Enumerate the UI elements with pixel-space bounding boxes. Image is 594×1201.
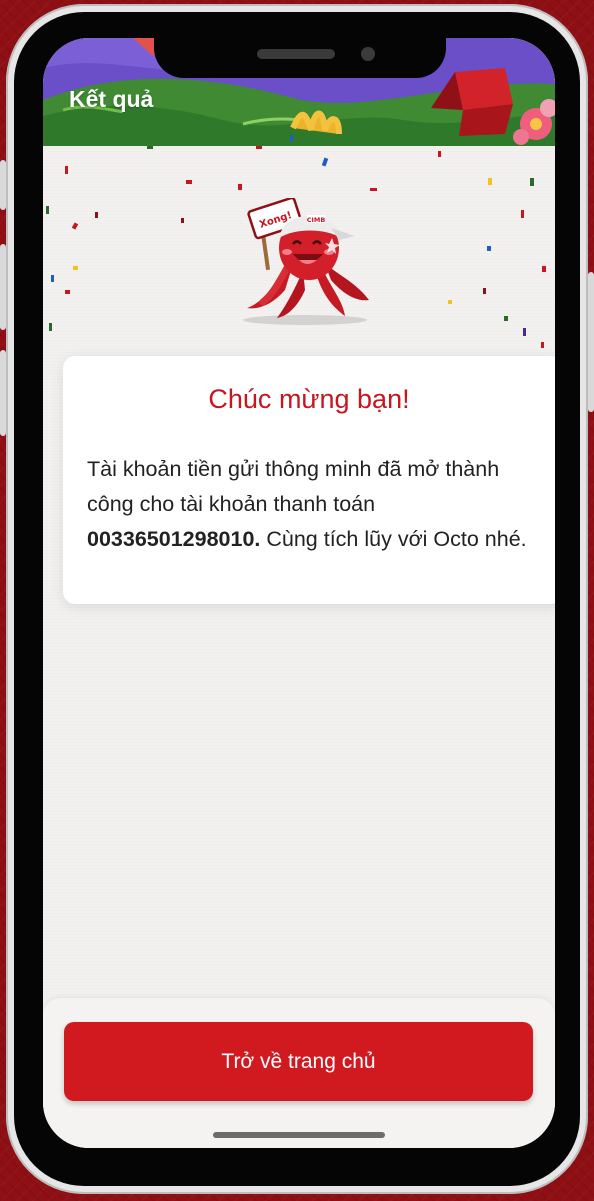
account-number: 00336501298010.	[87, 527, 261, 551]
front-camera	[361, 47, 375, 61]
message-end: Cùng tích lũy với Octo nhé.	[260, 527, 527, 551]
home-indicator[interactable]	[213, 1132, 385, 1138]
mascot-cap-logo: CIMB	[307, 216, 326, 224]
success-title: Chúc mừng bạn!	[208, 384, 410, 414]
success-message: Tài khoản tiền gửi thông minh đã mở thàn…	[87, 452, 537, 557]
phone-speaker	[257, 49, 335, 59]
message-start: Tài khoản tiền gửi thông minh đã mở thàn…	[87, 457, 500, 516]
side-button-right	[588, 272, 594, 412]
success-card: Chúc mừng bạn! Tài khoản tiền gửi thông …	[63, 356, 555, 604]
back-to-home-button[interactable]: Trở về trang chủ	[64, 1022, 533, 1101]
phone-notch	[154, 12, 446, 78]
octopus-mascot: Xong! CIMB	[243, 198, 369, 325]
app-screen: Kết quả Xong! CIMB Chúc mừng bạn! Tài kh…	[43, 38, 555, 1148]
